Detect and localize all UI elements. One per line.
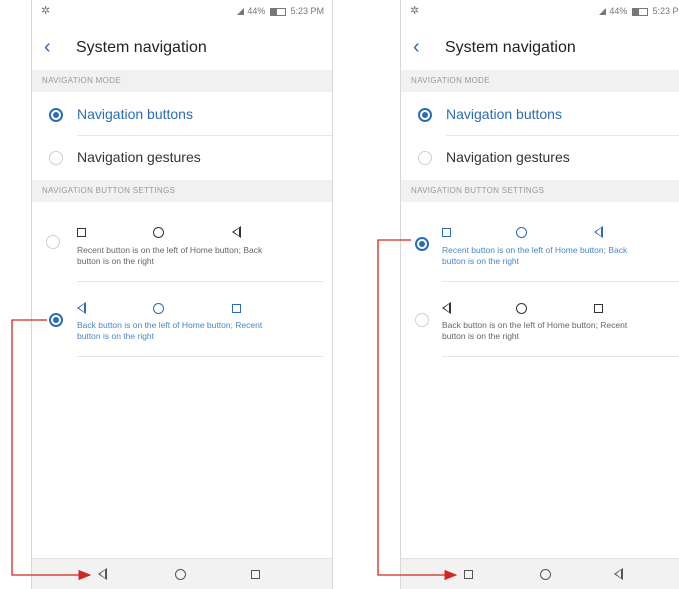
divider: [446, 135, 679, 136]
recent-icon: [232, 298, 241, 316]
radio-layout-back-home-recent[interactable]: [415, 313, 429, 327]
app-bar: ‹ System navigation: [32, 28, 332, 68]
back-chevron-icon[interactable]: ‹: [44, 35, 51, 59]
radio-navigation-gestures[interactable]: [418, 151, 432, 165]
layout-description: Back button is on the left of Home butto…: [77, 320, 327, 342]
divider: [442, 281, 679, 282]
layout-description: Back button is on the left of Home butto…: [442, 320, 679, 342]
layout-description-line: button is on the right: [77, 256, 155, 266]
status-indicators: 44% 5:23 PM: [236, 6, 324, 16]
section-header-navigation-mode: NAVIGATION MODE: [32, 70, 332, 92]
bottom-navigation-bar: [32, 558, 332, 589]
phone-screen-left: ✲ 44% 5:23 PM ‹ System navigation NAVIGA…: [31, 0, 333, 589]
layout-description: Recent button is on the left of Home but…: [77, 245, 327, 267]
home-icon: [516, 298, 527, 316]
status-bar: ✲ 44% 5:23 PM: [401, 0, 679, 22]
signal-icon: [236, 8, 244, 16]
layout-description-line: Back button is on the left of Home butto…: [442, 320, 628, 330]
back-icon: [232, 222, 241, 240]
option-navigation-gestures[interactable]: Navigation gestures: [77, 149, 201, 165]
radio-layout-recent-home-back[interactable]: [415, 237, 429, 251]
radio-navigation-gestures[interactable]: [49, 151, 63, 165]
page-title: System navigation: [445, 39, 576, 56]
divider: [77, 356, 324, 357]
option-navigation-buttons[interactable]: Navigation buttons: [446, 106, 562, 122]
battery-icon: [631, 7, 648, 16]
app-bar: ‹ System navigation: [401, 28, 679, 68]
bottom-navigation-bar: [401, 558, 679, 589]
layout-icons-back-home-recent: [442, 298, 642, 318]
layout-description-line: Recent button is on the left of Home but…: [442, 245, 628, 255]
radio-navigation-buttons[interactable]: [418, 108, 432, 122]
radio-navigation-buttons[interactable]: [49, 108, 63, 122]
battery-icon: [269, 7, 286, 16]
divider: [442, 356, 679, 357]
layout-description-line: button is on the right: [77, 331, 155, 341]
divider: [77, 281, 324, 282]
layout-description-line: Recent button is on the left of Home but…: [77, 245, 263, 255]
recent-icon: [77, 222, 86, 240]
home-icon[interactable]: [175, 564, 186, 582]
clock: 5:23 PM: [290, 6, 324, 16]
back-icon: [77, 298, 86, 316]
layout-description: Recent button is on the left of Home but…: [442, 245, 679, 267]
layout-icons-back-home-recent: [77, 298, 277, 318]
home-icon[interactable]: [540, 564, 551, 582]
layout-description-line: button is on the right: [442, 256, 520, 266]
layout-description-line: Back button is on the left of Home butto…: [77, 320, 263, 330]
battery-percent: 44%: [609, 6, 628, 16]
back-icon: [442, 298, 451, 316]
back-chevron-icon[interactable]: ‹: [413, 35, 420, 59]
back-icon[interactable]: [614, 564, 623, 582]
option-navigation-buttons[interactable]: Navigation buttons: [77, 106, 193, 122]
phone-screen-right: ✲ 44% 5:23 PM ‹ System navigation NAVIGA…: [400, 0, 679, 589]
radio-layout-back-home-recent[interactable]: [49, 313, 63, 327]
option-navigation-gestures[interactable]: Navigation gestures: [446, 149, 570, 165]
home-icon: [516, 222, 527, 240]
recent-icon: [594, 298, 603, 316]
back-icon: [594, 222, 603, 240]
section-header-navigation-mode: NAVIGATION MODE: [401, 70, 679, 92]
status-indicators: 44% 5:23 PM: [598, 6, 679, 16]
status-bar: ✲ 44% 5:23 PM: [32, 0, 332, 22]
section-header-button-settings: NAVIGATION BUTTON SETTINGS: [401, 180, 679, 202]
section-header-button-settings: NAVIGATION BUTTON SETTINGS: [32, 180, 332, 202]
page-title: System navigation: [76, 39, 207, 56]
recent-icon[interactable]: [464, 564, 473, 582]
battery-percent: 44%: [247, 6, 266, 16]
layout-icons-recent-home-back: [442, 222, 642, 242]
recent-icon: [442, 222, 451, 240]
layout-description-line: button is on the right: [442, 331, 520, 341]
layout-icons-recent-home-back: [77, 222, 277, 242]
signal-icon: [598, 8, 606, 16]
gear-icon: ✲: [410, 5, 420, 17]
clock: 5:23 PM: [652, 6, 679, 16]
recent-icon[interactable]: [251, 564, 260, 582]
radio-layout-recent-home-back[interactable]: [46, 235, 60, 249]
home-icon: [153, 298, 164, 316]
back-icon[interactable]: [98, 564, 107, 582]
home-icon: [153, 222, 164, 240]
gear-icon: ✲: [41, 5, 51, 17]
divider: [77, 135, 332, 136]
